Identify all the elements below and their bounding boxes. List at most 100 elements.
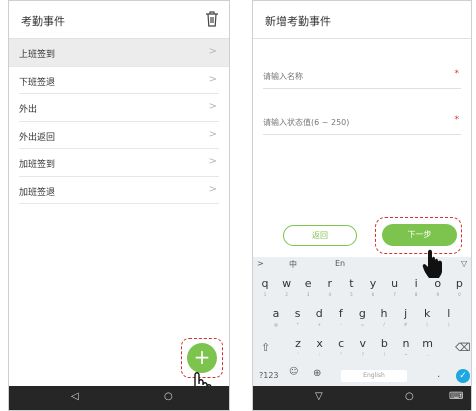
key-letter: p: [455, 277, 463, 290]
expand-arrow-icon[interactable]: >: [257, 259, 264, 268]
event-list: 上班签到 > 下班签退 > 外出 > 外出返回 > 加班签到 > 加班签退 >: [9, 39, 229, 204]
key-letter: u: [391, 277, 399, 290]
key-letter: b: [380, 337, 388, 350]
key-secondary: 3: [306, 292, 310, 297]
key-letter: m: [422, 337, 433, 350]
list-item[interactable]: 加班签到 >: [19, 149, 219, 177]
key-k[interactable]: k(: [417, 307, 437, 331]
enter-key[interactable]: ✓: [456, 369, 470, 383]
key-letter: l: [447, 307, 451, 320]
home-nav-icon[interactable]: ○: [164, 391, 173, 402]
key-secondary: -: [340, 322, 342, 327]
list-item-label: 上班签到: [19, 50, 56, 60]
key-c[interactable]: c ": [331, 337, 351, 361]
back-button[interactable]: 返回: [283, 225, 357, 246]
period-key[interactable]: .: [437, 369, 440, 380]
key-g[interactable]: g =: [352, 307, 372, 331]
shift-key[interactable]: ⇧: [261, 341, 270, 354]
keyboard-switch-icon[interactable]: ⌨: [449, 391, 463, 402]
collapse-keyboard-icon[interactable]: ▽: [461, 259, 467, 268]
key-secondary: #: [403, 322, 408, 327]
key-o[interactable]: o9: [428, 277, 448, 301]
key-secondary: ~: [404, 352, 408, 357]
key-d[interactable]: d +: [309, 307, 329, 331]
key-p[interactable]: p0: [449, 277, 469, 301]
key-a[interactable]: a @: [266, 307, 286, 331]
key-secondary: ': [297, 352, 299, 357]
chevron-right-icon: >: [208, 156, 217, 167]
key-t[interactable]: t5: [341, 277, 361, 301]
required-mark: *: [454, 69, 460, 79]
english-mode-key[interactable]: En: [335, 259, 345, 268]
key-b[interactable]: b!: [374, 337, 394, 361]
key-letter: c: [338, 337, 345, 350]
list-item-label: 加班签到: [19, 160, 56, 170]
key-secondary: …: [425, 352, 430, 357]
key-letter: n: [402, 337, 410, 350]
key-secondary: 7: [393, 292, 396, 297]
key-v[interactable]: v?: [353, 337, 373, 361]
back-nav-icon[interactable]: ◁: [71, 391, 79, 402]
chevron-right-icon: >: [208, 183, 217, 195]
back-nav-icon[interactable]: ▽: [315, 391, 323, 402]
chevron-right-icon: >: [208, 101, 217, 112]
key-j[interactable]: j #: [396, 307, 416, 331]
key-y[interactable]: y6: [363, 277, 383, 301]
key-letter: q: [261, 277, 269, 290]
list-item[interactable]: 下班签退 >: [19, 67, 219, 94]
list-item-label: 下班签退: [19, 77, 56, 88]
list-item-label: 外出返回: [19, 132, 56, 143]
pointer-hand-icon: [422, 249, 442, 278]
key-l[interactable]: l): [439, 307, 459, 331]
list-item[interactable]: 上班签到 >: [9, 39, 229, 67]
globe-icon[interactable]: ⊕: [313, 368, 321, 379]
key-secondary: 5: [350, 292, 353, 297]
key-r[interactable]: r4: [320, 277, 340, 301]
key-i[interactable]: i8: [406, 277, 426, 301]
list-item[interactable]: 外出 >: [19, 94, 219, 122]
key-h[interactable]: h /: [374, 307, 394, 331]
list-item[interactable]: 外出返回 >: [19, 122, 219, 149]
list-item-label: 加班签退: [19, 187, 56, 198]
key-s[interactable]: s *: [288, 307, 308, 331]
key-letter: h: [380, 307, 388, 320]
backspace-key[interactable]: ⌫: [455, 341, 471, 354]
key-secondary: ): [448, 322, 450, 327]
key-w[interactable]: w2: [277, 277, 297, 301]
home-nav-icon[interactable]: ○: [405, 391, 414, 402]
name-field-placeholder: 请输入名称: [263, 72, 303, 81]
chinese-mode-key[interactable]: 中: [289, 259, 297, 270]
key-secondary: @: [274, 322, 278, 327]
key-secondary: 1: [263, 292, 267, 297]
status-value-field[interactable]: 请输入状态值(6 ~ 250) *: [263, 113, 461, 135]
list-item[interactable]: 加班签退 >: [19, 177, 219, 204]
key-secondary: ": [340, 352, 343, 357]
key-x[interactable]: x:: [310, 337, 330, 361]
chevron-right-icon: >: [208, 128, 217, 140]
key-secondary: 2: [285, 292, 288, 297]
list-item-label: 外出: [19, 105, 38, 115]
key-u[interactable]: u7: [385, 277, 405, 301]
key-n[interactable]: n ~: [396, 337, 416, 361]
key-m[interactable]: m…: [418, 337, 438, 361]
next-button[interactable]: 下一步: [382, 224, 457, 246]
key-letter: r: [327, 277, 333, 290]
key-f[interactable]: f-: [331, 307, 351, 331]
emoji-key[interactable]: ☺: [289, 367, 298, 377]
key-letter: v: [359, 337, 367, 350]
next-button-highlight: 下一步: [375, 217, 462, 254]
system-nav-bar: ▽ ○ ⌨: [253, 386, 471, 410]
key-letter: x: [316, 337, 323, 350]
key-secondary: 9: [436, 292, 440, 297]
key-q[interactable]: q1: [255, 277, 275, 301]
symbols-key[interactable]: ?123: [259, 371, 279, 380]
key-e[interactable]: e3: [298, 277, 318, 301]
name-field[interactable]: 请输入名称 *: [263, 67, 461, 89]
key-letter: t: [349, 277, 354, 290]
key-z[interactable]: z ': [288, 337, 308, 361]
key-letter: e: [304, 277, 312, 290]
trash-icon[interactable]: [205, 10, 219, 28]
space-key[interactable]: English: [341, 370, 407, 382]
add-event-screen: 新增考勤事件 请输入名称 * 请输入状态值(6 ~ 250) * 返回 下一步 …: [252, 0, 472, 411]
key-secondary: =: [360, 322, 365, 327]
